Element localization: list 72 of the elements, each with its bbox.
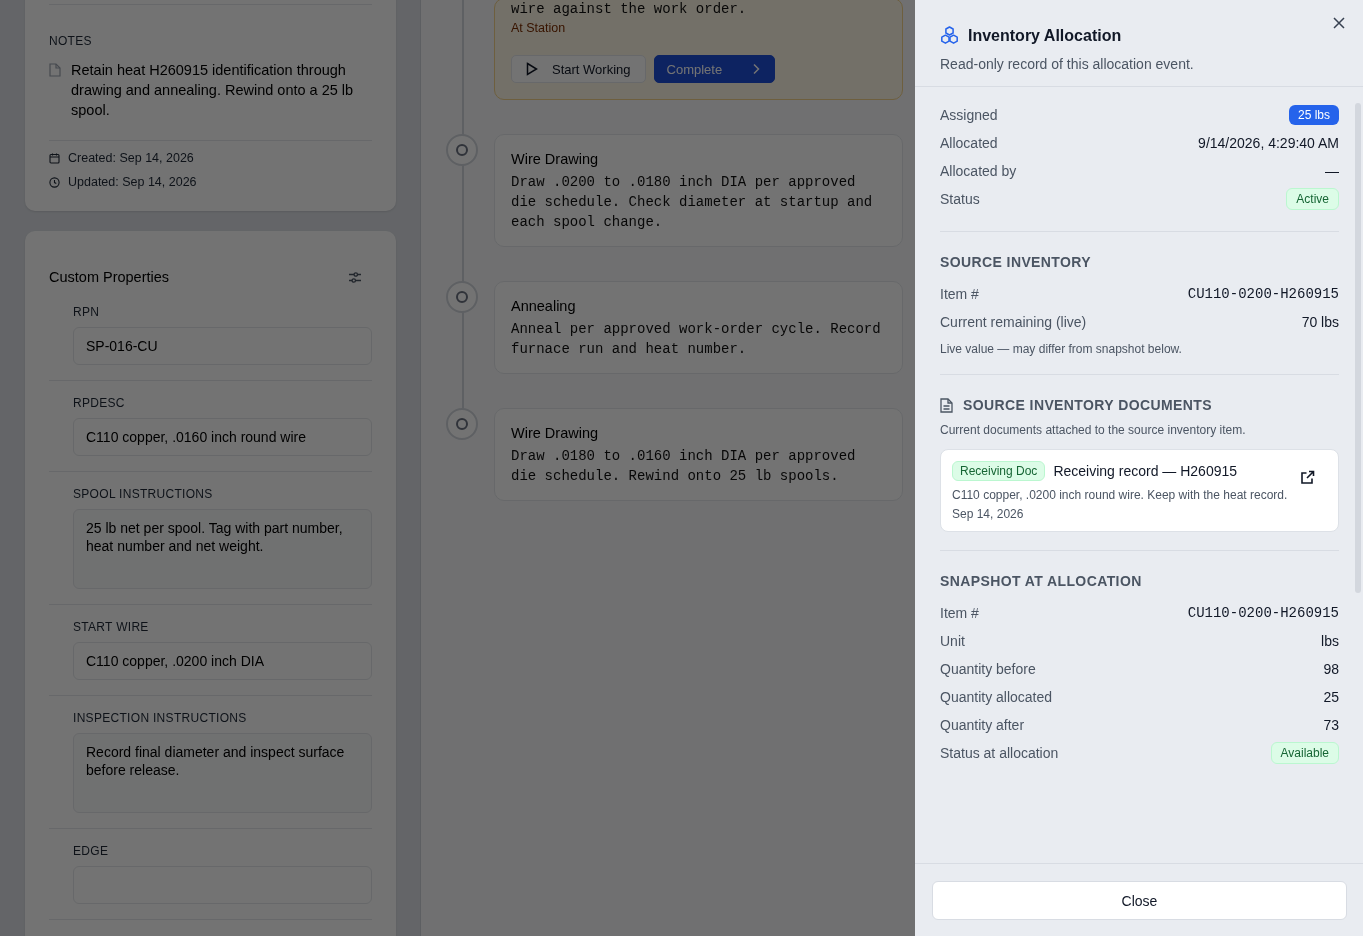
field-value: — <box>1325 163 1339 179</box>
step-title: Wire Drawing <box>511 151 599 167</box>
field-value: 25 <box>1323 689 1339 705</box>
field-label: Quantity after <box>940 717 1025 733</box>
status-badge: Active <box>1286 188 1339 210</box>
item-number: CU110-0200-H260915 <box>1187 605 1339 621</box>
section-heading: SOURCE INVENTORY DOCUMENTS <box>963 397 1212 413</box>
field-label: EDGE <box>73 844 110 858</box>
field-value: lbs <box>1321 633 1339 649</box>
start-working-button[interactable]: Start Working <box>511 55 646 83</box>
field-label: Unit <box>940 633 965 649</box>
field-label: Quantity before <box>940 661 1036 677</box>
quantity-badge: 25 lbs <box>1288 105 1339 125</box>
text-area[interactable]: Record final diameter and inspect surface before release. <box>73 733 372 813</box>
document-icon <box>940 397 953 413</box>
close-button[interactable]: Close <box>932 881 1347 920</box>
step-status: At Station <box>511 21 567 35</box>
drawer-subtitle: Read-only record of this allocation event. <box>940 56 1195 72</box>
field-label: Status at allocation <box>940 745 1059 761</box>
status-badge: Available <box>1270 742 1339 764</box>
step-description: Anneal per approved work-order cycle. Record furnace run and heat number. <box>511 320 882 359</box>
drawer-title: Inventory Allocation <box>968 26 1122 45</box>
section-heading: SOURCE INVENTORY <box>940 254 1092 270</box>
document-title: Receiving record — H260915 <box>1053 463 1238 479</box>
document-date: Sep 14, 2026 <box>952 507 1025 521</box>
field-label: Item # <box>940 286 979 302</box>
text-area[interactable]: 25 lb net per spool. Tag with part number, heat number and net weight. <box>73 509 372 589</box>
card-title: Custom Properties <box>49 269 170 285</box>
clock-icon <box>49 176 60 188</box>
play-icon <box>526 62 538 76</box>
section-heading: SNAPSHOT AT ALLOCATION <box>940 573 1142 589</box>
section-description: Current documents attached to the source inventory item. <box>940 423 1247 437</box>
section-label: NOTES <box>49 34 93 48</box>
field-label: RPN <box>73 305 101 319</box>
document-tag: Receiving Doc <box>952 461 1046 481</box>
step-title: Wire Drawing <box>511 425 599 441</box>
field-label: Allocated <box>940 135 998 151</box>
field-label: SPOOL INSTRUCTIONS <box>73 487 214 501</box>
field-value: 98 <box>1323 661 1339 677</box>
close-icon[interactable] <box>1333 17 1345 29</box>
step-description: wire against the work order. <box>511 0 748 19</box>
calendar-icon <box>49 152 60 164</box>
input-field[interactable]: C110 copper, .0200 inch DIA <box>73 642 372 680</box>
complete-button[interactable]: Complete <box>653 55 776 83</box>
created-date: Created: Sep 14, 2026 <box>68 151 194 165</box>
notes-text: Retain heat H260915 identification through drawing and annealing. Rewind onto a 25 lb spool. <box>71 61 355 120</box>
document-icon <box>49 63 61 77</box>
sliders-icon[interactable] <box>348 270 362 284</box>
field-value: 70 lbs <box>1301 314 1339 330</box>
field-label: Assigned <box>940 107 998 123</box>
item-number: CU110-0200-H260915 <box>1187 286 1339 302</box>
updated-date: Updated: Sep 14, 2026 <box>68 175 197 189</box>
chevron-right-icon <box>752 63 761 75</box>
field-label: INSPECTION INSTRUCTIONS <box>73 711 248 725</box>
field-value: 9/14/2026, 4:29:40 AM <box>1198 135 1339 151</box>
input-field[interactable]: C110 copper, .0160 inch round wire <box>73 418 372 456</box>
step-description: Draw .0200 to .0180 inch DIA per approved die schedule. Check diameter at startup and each spool change. <box>511 173 874 232</box>
field-value: 73 <box>1323 717 1339 733</box>
field-label: Status <box>940 191 980 207</box>
field-label: Current remaining (live) <box>940 314 1087 330</box>
field-label: START WIRE <box>73 620 150 634</box>
step-description: Draw .0180 to .0160 inch DIA per approved die schedule. Rewind onto 25 lb spools. <box>511 447 857 486</box>
field-label: Item # <box>940 605 979 621</box>
field-label: RPDESC <box>73 396 126 410</box>
external-link-icon[interactable] <box>1300 470 1315 485</box>
document-description: C110 copper, .0200 inch round wire. Keep with the heat record. <box>952 487 1289 503</box>
cubes-icon <box>940 26 959 45</box>
field-label: Allocated by <box>940 163 1017 179</box>
input-field[interactable]: SP-016-CU <box>73 327 372 365</box>
step-title: Annealing <box>511 298 577 314</box>
helper-text: Live value — may differ from snapshot below. <box>940 342 1183 356</box>
field-label: Quantity allocated <box>940 689 1053 705</box>
